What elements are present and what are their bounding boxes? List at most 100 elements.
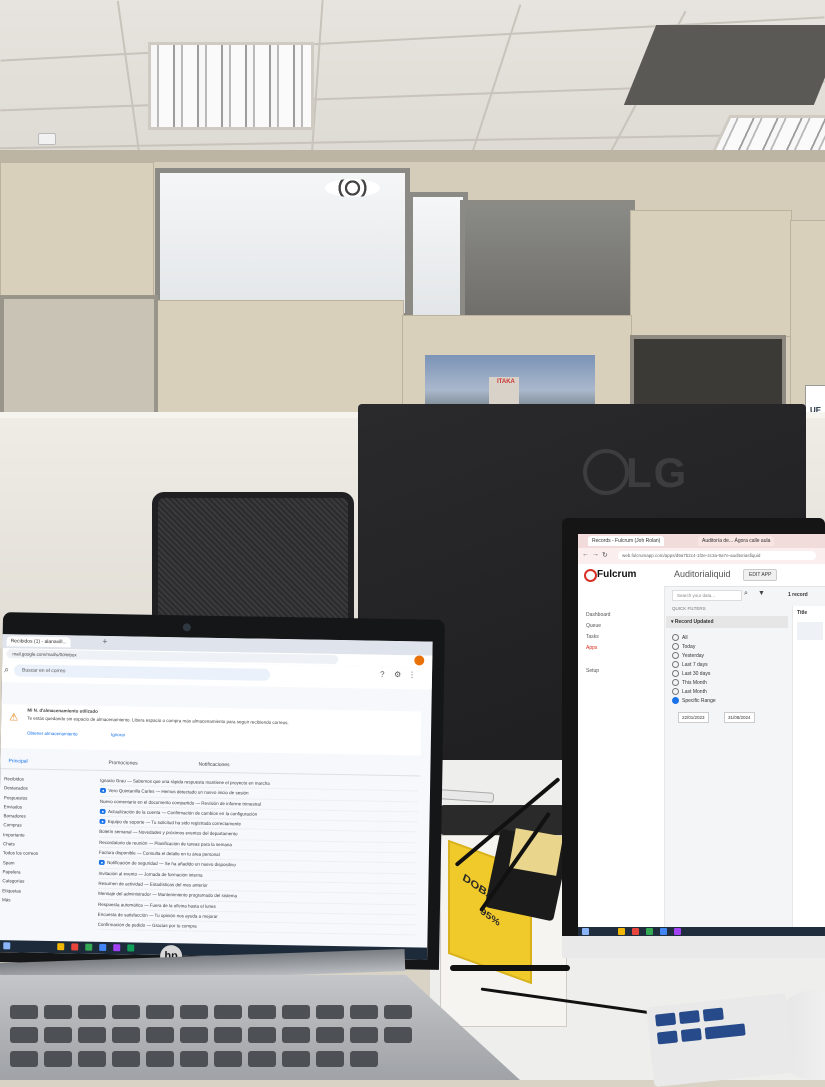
help-icon[interactable]: ? — [380, 670, 385, 679]
email-snippet: Factura disponible — Consulta el detalle… — [98, 849, 220, 858]
email-snippet: Boletín semanal — Novedades y próximos e… — [99, 829, 238, 837]
ignore-link[interactable]: Ignorar — [111, 731, 125, 738]
filter-option[interactable]: Last Month — [672, 688, 782, 697]
search-icon[interactable]: ⌕ — [744, 590, 748, 598]
key — [44, 1005, 72, 1019]
address-bar[interactable]: web.fulcrumapp.com/apps/d9a7b2c4-1f2e-4c… — [618, 551, 816, 560]
sidebar-item-queue[interactable]: Queue — [586, 621, 601, 632]
date-to-input[interactable]: 31/08/2024 — [724, 712, 755, 723]
browser-tab-auditoria[interactable]: Auditoría de... Ágora calle aula — [698, 536, 775, 546]
key — [350, 1051, 378, 1067]
filter-option[interactable]: All — [672, 634, 782, 643]
get-storage-link[interactable]: Obtener almacenamiento — [27, 730, 78, 738]
new-tab-icon[interactable]: + — [103, 637, 108, 646]
key — [316, 1027, 344, 1043]
key — [112, 1051, 140, 1067]
glass-window-mid — [408, 192, 468, 320]
vscode-icon[interactable] — [99, 943, 107, 952]
app-icon[interactable] — [674, 928, 681, 935]
start-icon[interactable] — [3, 942, 11, 950]
key — [214, 1027, 242, 1043]
key — [680, 1027, 702, 1042]
sidebar-item-apps[interactable]: Apps — [586, 643, 597, 654]
start-icon[interactable] — [582, 928, 589, 935]
email-snippet: Notificación de seguridad — Se ha añadid… — [107, 860, 236, 868]
quick-filters-label: QUICK FILTERS — [672, 606, 706, 611]
browser-tab-gmail[interactable]: Recibidos (1) - alanavill... — [6, 636, 71, 648]
tab-principal[interactable]: Principal — [8, 758, 27, 764]
filter-option-label: This Month — [682, 680, 707, 686]
key — [248, 1027, 276, 1043]
key — [678, 1010, 701, 1025]
gear-icon[interactable]: ⚙ — [394, 670, 401, 679]
table-row[interactable] — [797, 622, 823, 640]
filter-option[interactable]: Last 7 days — [672, 661, 782, 670]
filter-header-record-updated[interactable]: ▾ Record Updated — [666, 616, 788, 628]
records-search-input[interactable]: Search your data... — [672, 590, 742, 601]
chrome-icon[interactable] — [71, 943, 79, 951]
email-snippet: Respuesta automática — Fuera de la ofici… — [97, 901, 216, 909]
sidebar-item[interactable]: Más — [2, 895, 82, 906]
tab-promociones[interactable]: Promociones — [108, 760, 137, 767]
fulcrum-brand: Fulcrum — [597, 569, 637, 580]
filter-option[interactable]: Yesterday — [672, 652, 782, 661]
email-snippet: Nuevo comentario en el documento compart… — [99, 798, 261, 807]
right-monitor-screen: Records - Fulcrum (Joh Rolan) Auditoría … — [578, 534, 825, 936]
email-snippet: Mensaje del administrador — Mantenimient… — [98, 891, 238, 899]
avatar[interactable] — [414, 655, 425, 666]
wall-panel — [630, 210, 792, 337]
glass-window-dark — [460, 200, 635, 330]
sidebar-item-tasks[interactable]: Tasks — [586, 632, 599, 643]
sidebar-item-dashboard[interactable]: Dashboard — [586, 610, 610, 621]
sidebar-item-setup[interactable]: Setup — [586, 666, 599, 677]
monitor-chin — [562, 936, 825, 958]
search-input[interactable]: Buscar en el correo — [13, 664, 271, 681]
search-icon[interactable]: ⌕ — [4, 664, 9, 675]
filter-option[interactable]: Last 30 days — [672, 670, 782, 679]
radio-selected-icon — [672, 697, 679, 705]
smoke-detector — [38, 133, 56, 145]
vent-icon — [325, 179, 380, 197]
browser-toolbar: ← → ↻ web.fulcrumapp.com/apps/d9a7b2c4-1… — [578, 548, 825, 564]
label-badge: ● — [99, 808, 107, 814]
date-from-input[interactable]: 22/01/2023 — [678, 712, 709, 723]
filter-header-label: Record Updated — [674, 619, 714, 625]
filter-option[interactable]: Today — [672, 643, 782, 652]
back-arrow-icon[interactable]: ← — [582, 551, 589, 558]
filter-option-label: Last 30 days — [682, 671, 711, 677]
label-badge: ● — [99, 819, 106, 825]
folder-icon[interactable] — [57, 943, 65, 951]
app-name[interactable]: Auditorialiquid — [674, 569, 731, 579]
forward-arrow-icon[interactable]: → — [592, 551, 599, 558]
vscode-icon[interactable] — [660, 928, 667, 935]
filter-option-label: Today — [682, 644, 696, 650]
monitor-brand-label: LG — [626, 449, 689, 496]
label-badge: ● — [99, 788, 107, 794]
app-icon[interactable] — [85, 943, 93, 951]
tab-notificaciones[interactable]: Notificaciones — [198, 762, 229, 769]
browser-tab-fulcrum[interactable]: Records - Fulcrum (Joh Rolan) — [588, 536, 665, 546]
reload-icon[interactable]: ↻ — [602, 551, 608, 559]
chrome-icon[interactable] — [632, 928, 639, 935]
gmail-sidebar: Recibidos Destacados Pospuestos Enviados… — [1, 774, 84, 935]
wall-beam — [0, 150, 825, 162]
key — [180, 1027, 208, 1043]
folder-icon[interactable] — [618, 928, 625, 935]
filter-option[interactable]: This Month — [672, 679, 782, 688]
monitor-taskbar — [578, 927, 825, 936]
storage-warning: ⚠ Mi N. d'almacenamiento utilizado Te es… — [0, 704, 422, 756]
poster-text: ITAKA — [497, 379, 515, 385]
key — [282, 1051, 310, 1067]
edit-app-button[interactable]: EDIT APP — [743, 569, 778, 581]
key — [350, 1027, 378, 1043]
browser-tab-bar: Records - Fulcrum (Joh Rolan) Auditoría … — [578, 534, 825, 548]
key — [10, 1051, 38, 1067]
filter-option-selected[interactable]: Specific Range — [672, 697, 782, 706]
app-icon[interactable] — [113, 944, 121, 952]
key — [78, 1027, 106, 1043]
app-icon[interactable] — [127, 944, 135, 952]
column-header-title[interactable]: Title — [797, 610, 807, 616]
apps-grid-icon[interactable]: ⋮ — [408, 670, 416, 679]
filter-icon[interactable]: ▼ — [758, 590, 765, 597]
app-icon[interactable] — [646, 928, 653, 935]
